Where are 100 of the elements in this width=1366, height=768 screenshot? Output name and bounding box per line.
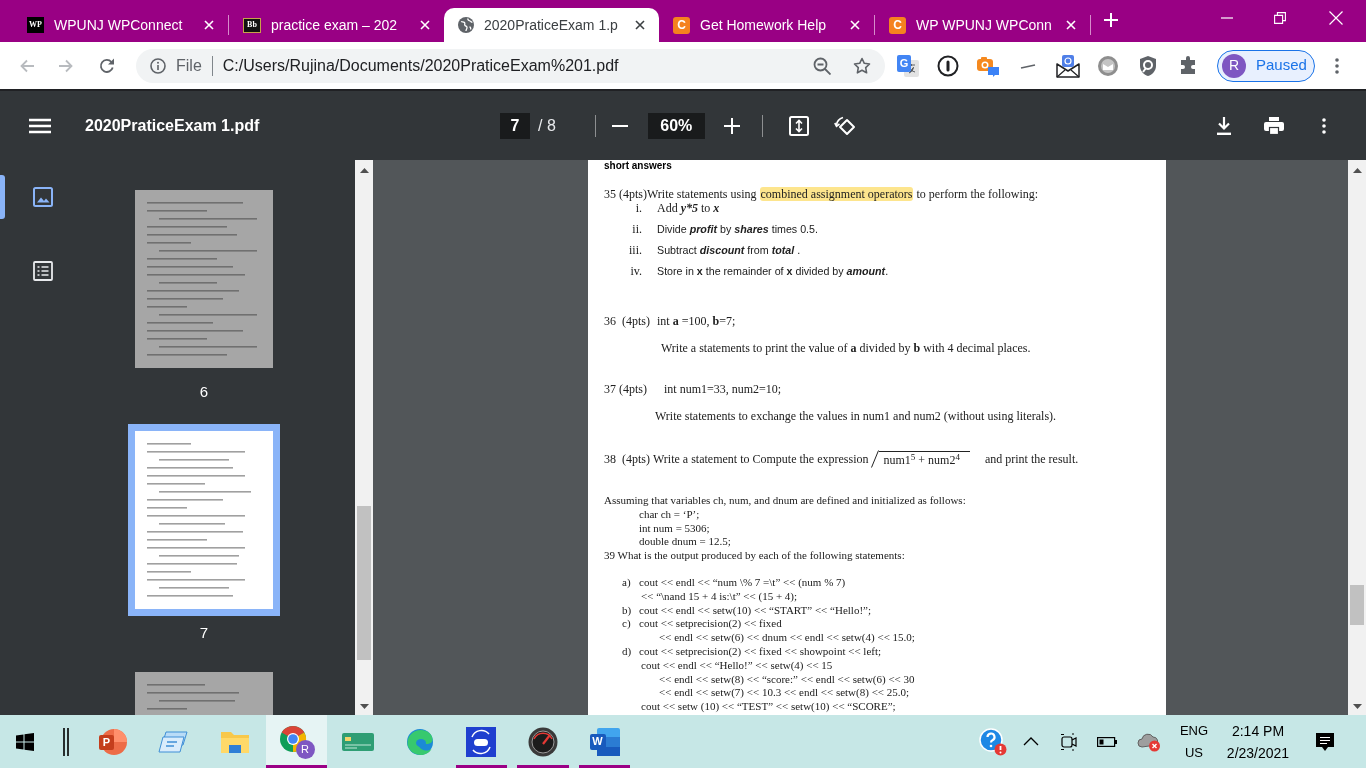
selection-indicator [0,175,5,219]
code-line: cout << endl << setw(10) << “START” << “Hello!”; [639,603,871,618]
scrollbar-thumb[interactable] [1350,585,1364,625]
input-region[interactable]: US [1184,741,1204,764]
keyhole-icon[interactable] [937,54,959,77]
page-number: 6 [199,382,209,402]
question-text: Write a statements to print the value of a divided by b with 4 decimal places. [661,341,1031,355]
statement-label: d) [622,644,632,657]
reload-icon[interactable] [99,57,115,74]
scrollbar-thumb[interactable] [357,506,371,660]
code-line: cout << endl << “num \% 7 =\t” << (num % 7) [639,576,846,590]
double-bar-icon [62,727,69,756]
camera-icon[interactable] [976,54,1000,77]
page-thumbnail[interactable] [128,424,280,616]
swirl-icon [405,727,434,756]
video-camera-icon[interactable] [1060,732,1078,751]
question-text: and print the result. [984,452,1079,466]
taskbar-button[interactable]: W [573,715,636,768]
math-formula: num1$^{5}$ + num2$^{4}$ [879,451,970,467]
profile-button[interactable]: R Paused [1217,49,1315,82]
image-icon[interactable] [32,187,53,207]
browser-tab[interactable]: 2020PraticeExam 1.p [444,8,659,42]
more-icon[interactable] [1335,57,1339,74]
new-tab-icon[interactable] [1104,13,1118,27]
page-thumbnail[interactable] [135,190,273,368]
question-number: 37 (4pts) [604,382,647,396]
list-item-text: Subtract discount from total . [657,243,801,257]
list-marker: iii. [629,243,642,257]
zoom-field[interactable]: 60% [647,112,705,139]
clock-time[interactable]: 2:14 PM [1231,719,1285,742]
menu-icon[interactable] [29,117,51,134]
question-text: 39 What is the output produced by each of the following statements: [604,549,905,563]
scroll-down-arrow-icon[interactable] [359,704,369,709]
envelope-icon[interactable] [1056,53,1080,78]
profile-avatar: R [1222,53,1246,78]
shield-icon[interactable] [1138,54,1158,77]
list-marker: ii. [632,222,642,236]
zoom-out-icon[interactable] [813,56,831,75]
site-info-button[interactable]: File [150,53,202,78]
print-icon[interactable] [1264,116,1284,135]
app-logo: P [96,726,127,757]
dash-icon[interactable] [1020,61,1036,70]
card-icon [342,731,375,752]
battery-icon[interactable] [1097,736,1117,747]
browser-tab[interactable]: Bb practice exam – 202 [229,8,444,42]
code-line: << endl << setw(8) << “score:” << endl << setw(6) << 30 [659,672,915,687]
code-text: int num1=33, num2=10; [664,382,782,396]
address-field[interactable]: File C:/Users/Rujina/Documents/2020PraticeExam%201.pdf [136,48,885,83]
rotate-icon[interactable] [833,114,856,137]
plus-icon[interactable] [723,117,740,134]
page-count: / 8 [538,115,556,136]
input-language[interactable]: ENG [1179,719,1209,742]
code-line: cout << endl << “Hello!” << setw(4) << 15 [641,658,833,673]
list-item-text: Store in x the remainder of x divided by amount. [657,264,889,278]
document-title: 2020PraticeExam 1.pdf [85,115,260,136]
code-text: int a =100, b=7; [657,314,736,328]
question-text: 35 (4pts)Write statements using combined assignment operators to perform the following: [604,187,1039,201]
radical-sign-icon [871,450,880,468]
puzzle-icon[interactable] [1178,55,1198,76]
code-line: << endl << setw(7) << 10.3 << endl << setw(8) << 25.0; [659,686,910,701]
sync-app-icon [466,726,497,757]
clock-date[interactable]: 2/23/2021 [1226,741,1290,764]
page-number-field[interactable]: 7 [500,112,530,139]
restore-icon[interactable] [1274,12,1286,24]
notification-icon[interactable] [1315,731,1335,752]
browser-tab[interactable]: WP WPUNJ WPConnect [13,8,228,42]
site-logo: Bb [243,17,261,33]
list-icon[interactable] [32,261,53,281]
help-alert-icon[interactable] [979,727,1007,756]
download-icon[interactable] [1216,116,1232,135]
minus-icon[interactable] [611,124,628,127]
scroll-up-arrow-icon[interactable] [1352,168,1362,173]
list-marker: i. [635,201,642,215]
site-logo: WP [27,17,44,33]
folder-icon [220,729,250,754]
section-heading: short answers [604,160,672,171]
chevron-up-icon[interactable] [1023,737,1039,746]
code-line: double dnum = 12.5; [639,535,731,550]
statement-label: c) [622,617,631,630]
scroll-up-arrow-icon[interactable] [359,168,369,173]
code-line: cout << setprecision(2) << fixed << showpoint << left; [639,644,882,659]
question-number: 38 (4pts) [604,452,650,466]
taskbar-button[interactable]: P [81,715,143,768]
close-icon[interactable] [635,20,645,30]
browser-tab[interactable]: C WP WPUNJ WPConn [875,8,1090,42]
star-icon[interactable] [853,56,871,75]
statement-label: a) [622,576,631,588]
start-icon [16,732,34,751]
list-item-text: Divide profit by shares times 0.5. [657,222,818,236]
scroll-down-arrow-icon[interactable] [1352,704,1362,709]
taskbar-button[interactable]: R [265,715,328,768]
browser-tab[interactable]: C Get Homework Help [659,8,874,42]
code-line: int num = 5306; [639,521,710,536]
question-text: Write a statement to Compute the expression [653,452,869,466]
fit-page-icon[interactable] [788,115,809,136]
cloud-error-icon[interactable] [1137,731,1161,752]
question-text: Write statements to exchange the values in num1 and num2 (without using literals). [655,409,1057,423]
more-icon[interactable] [1322,117,1326,134]
statement-label: b) [622,603,632,616]
mail-circle-icon[interactable] [1097,54,1119,77]
